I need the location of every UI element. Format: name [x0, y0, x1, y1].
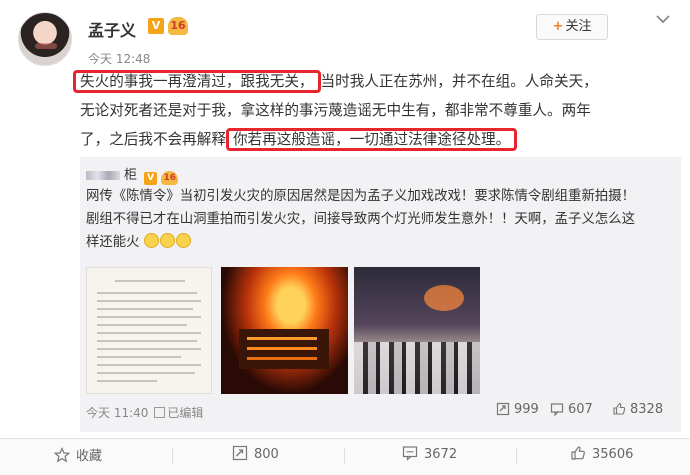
- chevron-down-icon[interactable]: [656, 14, 670, 24]
- repost-stat-reposts[interactable]: 999: [496, 402, 539, 417]
- post-text-segment: 当时我人正在苏州，并不在组。人命关天，: [320, 73, 598, 90]
- repost-time[interactable]: 今天 11:40: [86, 406, 148, 420]
- repost-meta: 今天 11:40 已编辑: [86, 404, 203, 421]
- blurred-username: [86, 171, 120, 180]
- thumbs-up-icon: [571, 446, 585, 460]
- comment-button[interactable]: 3672: [402, 445, 457, 462]
- repost-stat-likes[interactable]: 8328: [612, 402, 663, 417]
- comment-icon: [402, 446, 418, 461]
- highlighted-text: 失火的事我一再澄清过，跟我无关，: [73, 70, 321, 93]
- repost-username-text: 柜: [124, 168, 138, 183]
- laugh-emoji-icon: [143, 233, 159, 248]
- repost-count: 999: [514, 402, 539, 417]
- edit-icon: [154, 407, 166, 418]
- comment-count: 607: [568, 402, 593, 417]
- follow-button[interactable]: + 关注: [536, 14, 608, 40]
- repost-icon: [232, 445, 248, 461]
- post-line: 失火的事我一再澄清过，跟我无关， 当时我人正在苏州，并不在组。人命关天，: [73, 67, 680, 96]
- laugh-emoji-icon: [175, 233, 191, 248]
- divider: [516, 448, 517, 464]
- verified-badge: V: [144, 172, 158, 185]
- repost-line: 网传《陈情令》当初引发火灾的原因居然是因为孟子义加戏改戏！要求陈情令剧组重新拍摄…: [86, 189, 636, 204]
- repost-line: 剧组不得已才在山洞重拍而引发火灾，间接导致两个灯光师发生意外！！天啊，孟子义怎么…: [86, 212, 636, 227]
- comment-icon: [550, 403, 564, 417]
- document-photo[interactable]: [86, 267, 212, 394]
- repost-stat-comments[interactable]: 607: [550, 402, 593, 417]
- post-time[interactable]: 今天 12:48: [88, 50, 150, 67]
- highlighted-text: 你若再这般造谣，一切通过法律途径处理。: [225, 128, 518, 151]
- repost-text: 网传《陈情令》当初引发火灾的原因居然是因为孟子义加戏改戏！要求陈情令剧组重新拍摄…: [86, 185, 676, 254]
- crowd-photo[interactable]: [354, 267, 480, 394]
- vip-badge: 16: [168, 17, 188, 35]
- edited-label[interactable]: 已编辑: [167, 406, 203, 420]
- favorite-label: 收藏: [76, 449, 103, 464]
- repost-icon: [496, 402, 510, 416]
- like-count: 35606: [592, 447, 634, 462]
- divider: [344, 448, 345, 464]
- avatar[interactable]: [18, 12, 72, 66]
- divider: [172, 448, 173, 464]
- like-button[interactable]: 35606: [570, 445, 633, 462]
- repost-count: 800: [254, 447, 279, 462]
- laugh-emoji-icon: [159, 233, 175, 248]
- repost-line: 样还能火: [86, 231, 676, 254]
- thumbs-up-icon: [613, 402, 626, 415]
- repost-button[interactable]: 800: [232, 445, 279, 462]
- post-text-segment: 了，之后我不会再解释: [80, 131, 226, 148]
- fire-photo[interactable]: [221, 267, 348, 394]
- star-icon: [53, 447, 71, 463]
- vip-badge: 16: [161, 171, 179, 185]
- username[interactable]: 孟子义: [88, 17, 136, 41]
- like-count: 8328: [630, 402, 664, 417]
- favorite-button[interactable]: 收藏: [53, 445, 103, 464]
- verified-badge: V: [148, 18, 164, 34]
- repost-text-segment: 样还能火: [86, 235, 140, 250]
- post-text: 失火的事我一再澄清过，跟我无关， 当时我人正在苏州，并不在组。人命关天， 无论对死…: [73, 67, 680, 154]
- repost-username[interactable]: 柜 V 16: [86, 164, 179, 185]
- post-line: 无论对死者还是对于我，拿这样的事污蔑造谣无中生有，都非常不尊重人。两年: [80, 96, 680, 125]
- post-line: 了，之后我不会再解释 你若再这般造谣，一切通过法律途径处理。: [80, 125, 680, 154]
- post-text-segment: 无论对死者还是对于我，拿这样的事污蔑造谣无中生有，都非常不尊重人。两年: [80, 102, 591, 119]
- follow-label: 关注: [565, 19, 592, 34]
- plus-icon: +: [552, 19, 564, 34]
- comment-count: 3672: [424, 447, 458, 462]
